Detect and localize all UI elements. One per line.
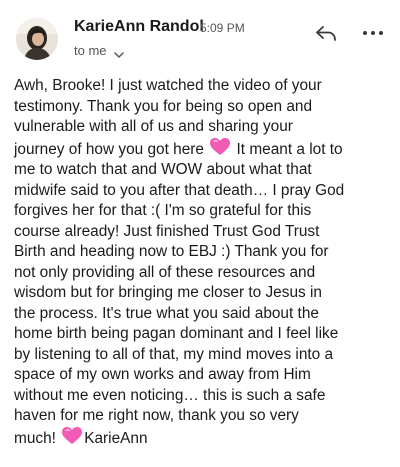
- message-line-with-emoji: much! KarieAnn: [14, 426, 394, 450]
- avatar[interactable]: [16, 18, 58, 60]
- email-message-view: KarieAnn Randol 5:09 PM to me Awh, Brook…: [0, 0, 400, 467]
- message-line: midwife said to you after that death… I …: [14, 181, 345, 199]
- message-line: without me even noticing… this is such a…: [14, 386, 326, 404]
- pink-heart-icon: [210, 137, 231, 155]
- message-header: KarieAnn Randol 5:09 PM to me: [0, 0, 400, 66]
- message-line: by listening to all of that, my mind mov…: [14, 345, 334, 363]
- message-line: Birth and heading now to EBJ :) Thank yo…: [14, 243, 329, 260]
- message-time: 5:09 PM: [200, 21, 245, 35]
- message-fragment: much!: [14, 429, 56, 447]
- reply-button[interactable]: [314, 22, 338, 44]
- message-line: haven for me right now, thank you so ver…: [14, 407, 299, 424]
- message-line: Awh, Brooke! I just watched the video of…: [14, 77, 322, 94]
- message-line: course already! Just finished Trust God …: [14, 222, 320, 240]
- message-line: wisdom but for bringing me closer to Jes…: [14, 284, 322, 301]
- signature: KarieAnn: [84, 429, 148, 447]
- more-icon: [363, 31, 383, 35]
- message-line: me to watch that and WOW about what that: [14, 161, 312, 178]
- pink-heart-icon: [62, 426, 83, 444]
- chevron-down-icon: [113, 47, 124, 58]
- message-line: space of my own works and away from Him: [14, 366, 311, 383]
- message-fragment: journey of how you got here: [14, 140, 204, 158]
- message-line: forgives her for that :( I'm so grateful…: [14, 202, 312, 219]
- avatar-photo: [16, 18, 58, 60]
- reply-icon: [316, 26, 336, 41]
- message-body: Awh, Brooke! I just watched the video of…: [14, 76, 394, 449]
- message-line: home birth being pagan dominant and I fe…: [14, 325, 339, 342]
- message-line: testimony. Thank you for being so open a…: [14, 97, 313, 115]
- message-fragment: It meant a lot to: [236, 140, 343, 158]
- message-line-with-emoji: journey of how you got here It meant a l…: [14, 137, 394, 161]
- message-line: not only providing all of these resource…: [14, 263, 316, 281]
- recipient-toggle[interactable]: to me: [74, 43, 124, 58]
- message-line: vulnerable with all of us and sharing yo…: [14, 118, 293, 135]
- recipient-label: to me: [74, 43, 107, 58]
- sender-name[interactable]: KarieAnn Randol: [74, 18, 204, 36]
- message-line: the process. It's true what you said abo…: [14, 304, 319, 322]
- more-options-button[interactable]: [360, 22, 386, 44]
